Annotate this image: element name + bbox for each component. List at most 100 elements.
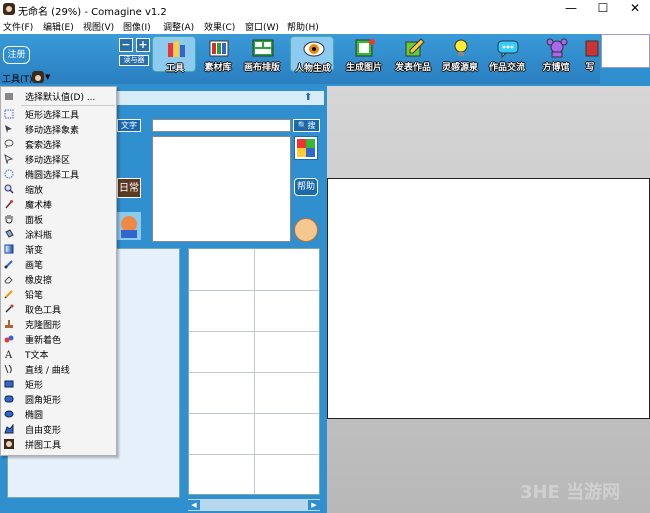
menu-item-rounded-rect[interactable]: 圆角矩形: [1, 392, 116, 407]
character-thumbnail[interactable]: [117, 212, 141, 240]
menu-item-line-curve[interactable]: 直线 / 曲线: [1, 362, 116, 377]
menu-item-recolor[interactable]: 重新着色: [1, 332, 116, 347]
menu-item-gradient[interactable]: 渐变: [1, 242, 116, 257]
scroll-right-icon[interactable]: ▶: [308, 500, 320, 510]
toolbar-blank-area: [601, 34, 650, 68]
menu-item-label: 自由变形: [25, 426, 62, 436]
menu-item-paint-bucket[interactable]: 涂料瓶: [1, 227, 116, 242]
menu-item-label: 铅笔: [25, 291, 44, 301]
pencil-icon: [4, 290, 13, 299]
menu-item-move-selection[interactable]: 移动选择区: [1, 152, 116, 167]
menu-item-pencil[interactable]: 铅笔: [1, 287, 116, 302]
menu-item-lasso[interactable]: 套索选择: [1, 137, 116, 152]
close-button[interactable]: ✕: [620, 0, 650, 18]
menu-item-eraser[interactable]: 橡皮擦: [1, 272, 116, 287]
menu-item-magic-wand[interactable]: 魔术棒: [1, 197, 116, 212]
drawing-canvas[interactable]: [327, 178, 650, 419]
paint-bucket-icon: [5, 229, 14, 238]
maximize-button[interactable]: ☐: [588, 0, 618, 18]
menu-item-label: 重新着色: [25, 336, 62, 346]
text-area[interactable]: [152, 136, 291, 242]
toolbar-tools-button[interactable]: 工具: [152, 36, 196, 74]
menu-item-brush[interactable]: 画笔: [1, 257, 116, 272]
clone-stamp-icon: [5, 320, 13, 328]
toolbar-label: 发表作品: [394, 63, 431, 73]
palette-icon: [297, 139, 315, 157]
toolbar-character-button[interactable]: 人物生成: [290, 36, 334, 74]
collapse-up-icon[interactable]: ⬆: [304, 92, 312, 103]
svg-text:A: A: [4, 350, 13, 359]
tools-icon: [168, 41, 185, 57]
zoom-in-button[interactable]: +: [136, 38, 150, 52]
menu-item-label: 拼图工具: [25, 441, 62, 451]
ellipse-select-icon: [4, 169, 14, 179]
toolbar-label: 生成图片: [345, 63, 382, 73]
menu-item-rectangle[interactable]: 矩形: [1, 377, 116, 392]
menu-item-zoom[interactable]: 缩放: [1, 182, 116, 197]
menu-file[interactable]: 文件(F): [3, 20, 33, 33]
menu-item-label: 涂料瓶: [25, 231, 53, 241]
register-button[interactable]: 注册: [3, 46, 30, 64]
avatar-icon[interactable]: [294, 218, 318, 242]
toolbar-museum-button[interactable]: 方博馆: [534, 36, 578, 73]
zoom-out-button[interactable]: −: [119, 38, 133, 52]
menu-item-text[interactable]: A T文本: [1, 347, 116, 362]
tools-avatar-icon[interactable]: [32, 71, 44, 83]
search-button[interactable]: 🔍搜: [293, 119, 320, 132]
menu-item-ellipse[interactable]: 椭圆: [1, 407, 116, 422]
horizontal-scrollbar[interactable]: [188, 499, 320, 511]
tools-menu-label[interactable]: 工具(T): [2, 72, 33, 85]
toolbar-layout-button[interactable]: 画布排版: [240, 36, 284, 73]
menu-item-ellipse-select[interactable]: 椭圆选择工具: [1, 167, 116, 182]
menu-image[interactable]: 图像(I): [123, 20, 151, 33]
lasso-icon: [4, 139, 14, 149]
eye-icon: [303, 41, 325, 57]
toolbar-label: 作品交流: [488, 63, 525, 73]
help-button[interactable]: 帮助: [294, 178, 318, 196]
menu-view[interactable]: 视图(V): [83, 20, 114, 33]
menu-edit[interactable]: 编辑(E): [43, 20, 74, 33]
search-input[interactable]: [152, 119, 291, 132]
toolbar-label: 人物生成: [294, 64, 331, 74]
menu-item-label: 渐变: [25, 246, 44, 256]
materials-icon: [209, 40, 229, 57]
daily-tag[interactable]: 日常: [117, 178, 141, 198]
menu-help[interactable]: 帮助(H): [287, 20, 319, 33]
toolbar-publish-button[interactable]: 发表作品: [391, 36, 435, 73]
menu-item-label: 移动选择象素: [25, 126, 80, 136]
menu-item-free-transform[interactable]: 自由变形: [1, 422, 116, 437]
toolbar-write-button[interactable]: 写: [580, 36, 600, 73]
scroll-left-icon[interactable]: ◀: [188, 500, 200, 510]
toolbar-label: 灵感源泉: [441, 63, 478, 73]
minimize-button[interactable]: —: [556, 0, 586, 18]
rectangle-icon: [4, 380, 14, 388]
window-title: 无命名 (29%) - Comagine v1.2: [18, 7, 167, 18]
toolbar-label: 素材库: [204, 63, 232, 73]
text-button[interactable]: 文字: [117, 119, 141, 132]
zoom-icon: [4, 184, 14, 194]
menu-item-puzzle[interactable]: 拼图工具: [1, 437, 116, 452]
menu-item-clone[interactable]: 克隆图形: [1, 317, 116, 332]
watermark: 3HE 当游网: [520, 482, 621, 503]
toolbar-label: 画布排版: [243, 63, 280, 73]
toolbar-generate-image-button[interactable]: 生成图片: [342, 36, 386, 73]
menu-window[interactable]: 窗口(W): [245, 20, 279, 33]
menu-item-move-pixels[interactable]: 移动选择象素: [1, 122, 116, 137]
publish-icon: [405, 38, 425, 57]
app-icon: [3, 3, 15, 15]
palette-button[interactable]: [294, 136, 318, 160]
toolbar-community-button[interactable]: 作品交流: [485, 36, 529, 73]
menu-item-label: 取色工具: [25, 306, 62, 316]
menu-item-color-picker[interactable]: 取色工具: [1, 302, 116, 317]
toolbar-inspiration-button[interactable]: 灵感源泉: [438, 36, 482, 73]
toolbar-materials-button[interactable]: 素材库: [196, 36, 240, 73]
menu-adjust[interactable]: 调整(A): [163, 20, 194, 33]
menu-effects[interactable]: 效果(C): [204, 20, 235, 33]
menu-item-pan[interactable]: 面板: [1, 212, 116, 227]
menu-item-rect-select[interactable]: 矩形选择工具: [1, 107, 116, 122]
menu-item-label: 选择默认值(D) ...: [25, 93, 96, 103]
menu-item-label: 画笔: [25, 261, 44, 271]
image-icon: [355, 39, 375, 57]
menu-item-default[interactable]: 选择默认值(D) ...: [1, 89, 116, 104]
chevron-down-icon[interactable]: ▼: [45, 73, 50, 81]
